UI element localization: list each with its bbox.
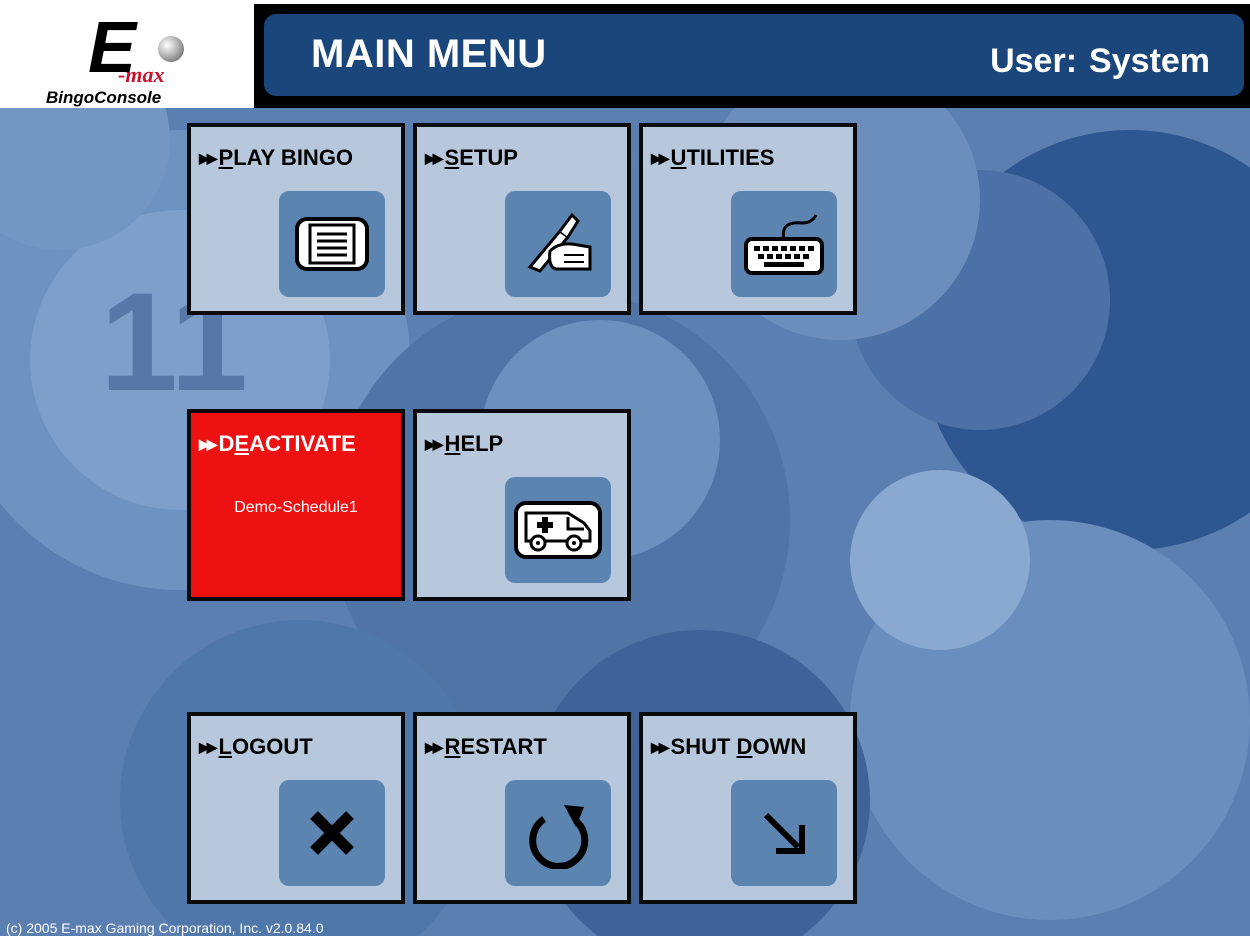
double-arrow-icon: ▶▶ — [425, 739, 443, 755]
pen-hand-icon — [505, 191, 611, 297]
emax-logo: E -max BingoConsole — [10, 6, 246, 108]
logo-tag: -max — [118, 62, 165, 87]
deactivate-label: ▶▶ DEACTIVATE — [199, 431, 356, 456]
deactivate-button[interactable]: ▶▶ DEACTIVATE Demo-Schedule1 — [187, 409, 405, 601]
active-schedule-name: Demo-Schedule1 — [234, 499, 358, 516]
double-arrow-icon: ▶▶ — [651, 150, 669, 166]
help-label: ▶▶ HELP — [425, 431, 504, 456]
restart-arrow-icon — [505, 780, 611, 886]
utilities-button[interactable]: ▶▶ UTILITIES — [639, 123, 857, 315]
user-indicator: User: System — [990, 42, 1210, 81]
user-name: System — [1089, 42, 1210, 80]
page-title: MAIN MENU — [311, 32, 547, 76]
logout-button[interactable]: ▶▶ LOGOUT — [187, 712, 405, 904]
double-arrow-icon: ▶▶ — [199, 739, 217, 755]
logo-subtitle: BingoConsole — [46, 88, 162, 107]
ambulance-icon — [505, 477, 611, 583]
help-button[interactable]: ▶▶ HELP — [413, 409, 631, 601]
shut-down-button[interactable]: ▶▶ SHUT DOWN — [639, 712, 857, 904]
down-right-arrow-icon — [731, 780, 837, 886]
keyboard-icon — [731, 191, 837, 297]
restart-button[interactable]: ▶▶ RESTART — [413, 712, 631, 904]
logo-ball-icon — [158, 36, 184, 62]
bingo-card-icon — [279, 191, 385, 297]
setup-label: ▶▶ SETUP — [425, 145, 518, 170]
user-label: User: — [990, 42, 1078, 80]
double-arrow-icon: ▶▶ — [651, 739, 669, 755]
logout-label: ▶▶ LOGOUT — [199, 734, 313, 759]
copyright-text: (c) 2005 E-max Gaming Corporation, Inc. … — [6, 920, 324, 936]
shut-down-label: ▶▶ SHUT DOWN — [651, 734, 807, 759]
double-arrow-icon: ▶▶ — [425, 150, 443, 166]
double-arrow-icon: ▶▶ — [199, 150, 217, 166]
utilities-label: ▶▶ UTILITIES — [651, 145, 775, 170]
restart-label: ▶▶ RESTART — [425, 734, 547, 759]
play-bingo-button[interactable]: ▶▶ PLAY BINGO — [187, 123, 405, 315]
double-arrow-icon: ▶▶ — [199, 436, 217, 452]
setup-button[interactable]: ▶▶ SETUP — [413, 123, 631, 315]
double-arrow-icon: ▶▶ — [425, 436, 443, 452]
x-icon — [279, 780, 385, 886]
play-bingo-label: ▶▶ PLAY BINGO — [199, 145, 354, 170]
